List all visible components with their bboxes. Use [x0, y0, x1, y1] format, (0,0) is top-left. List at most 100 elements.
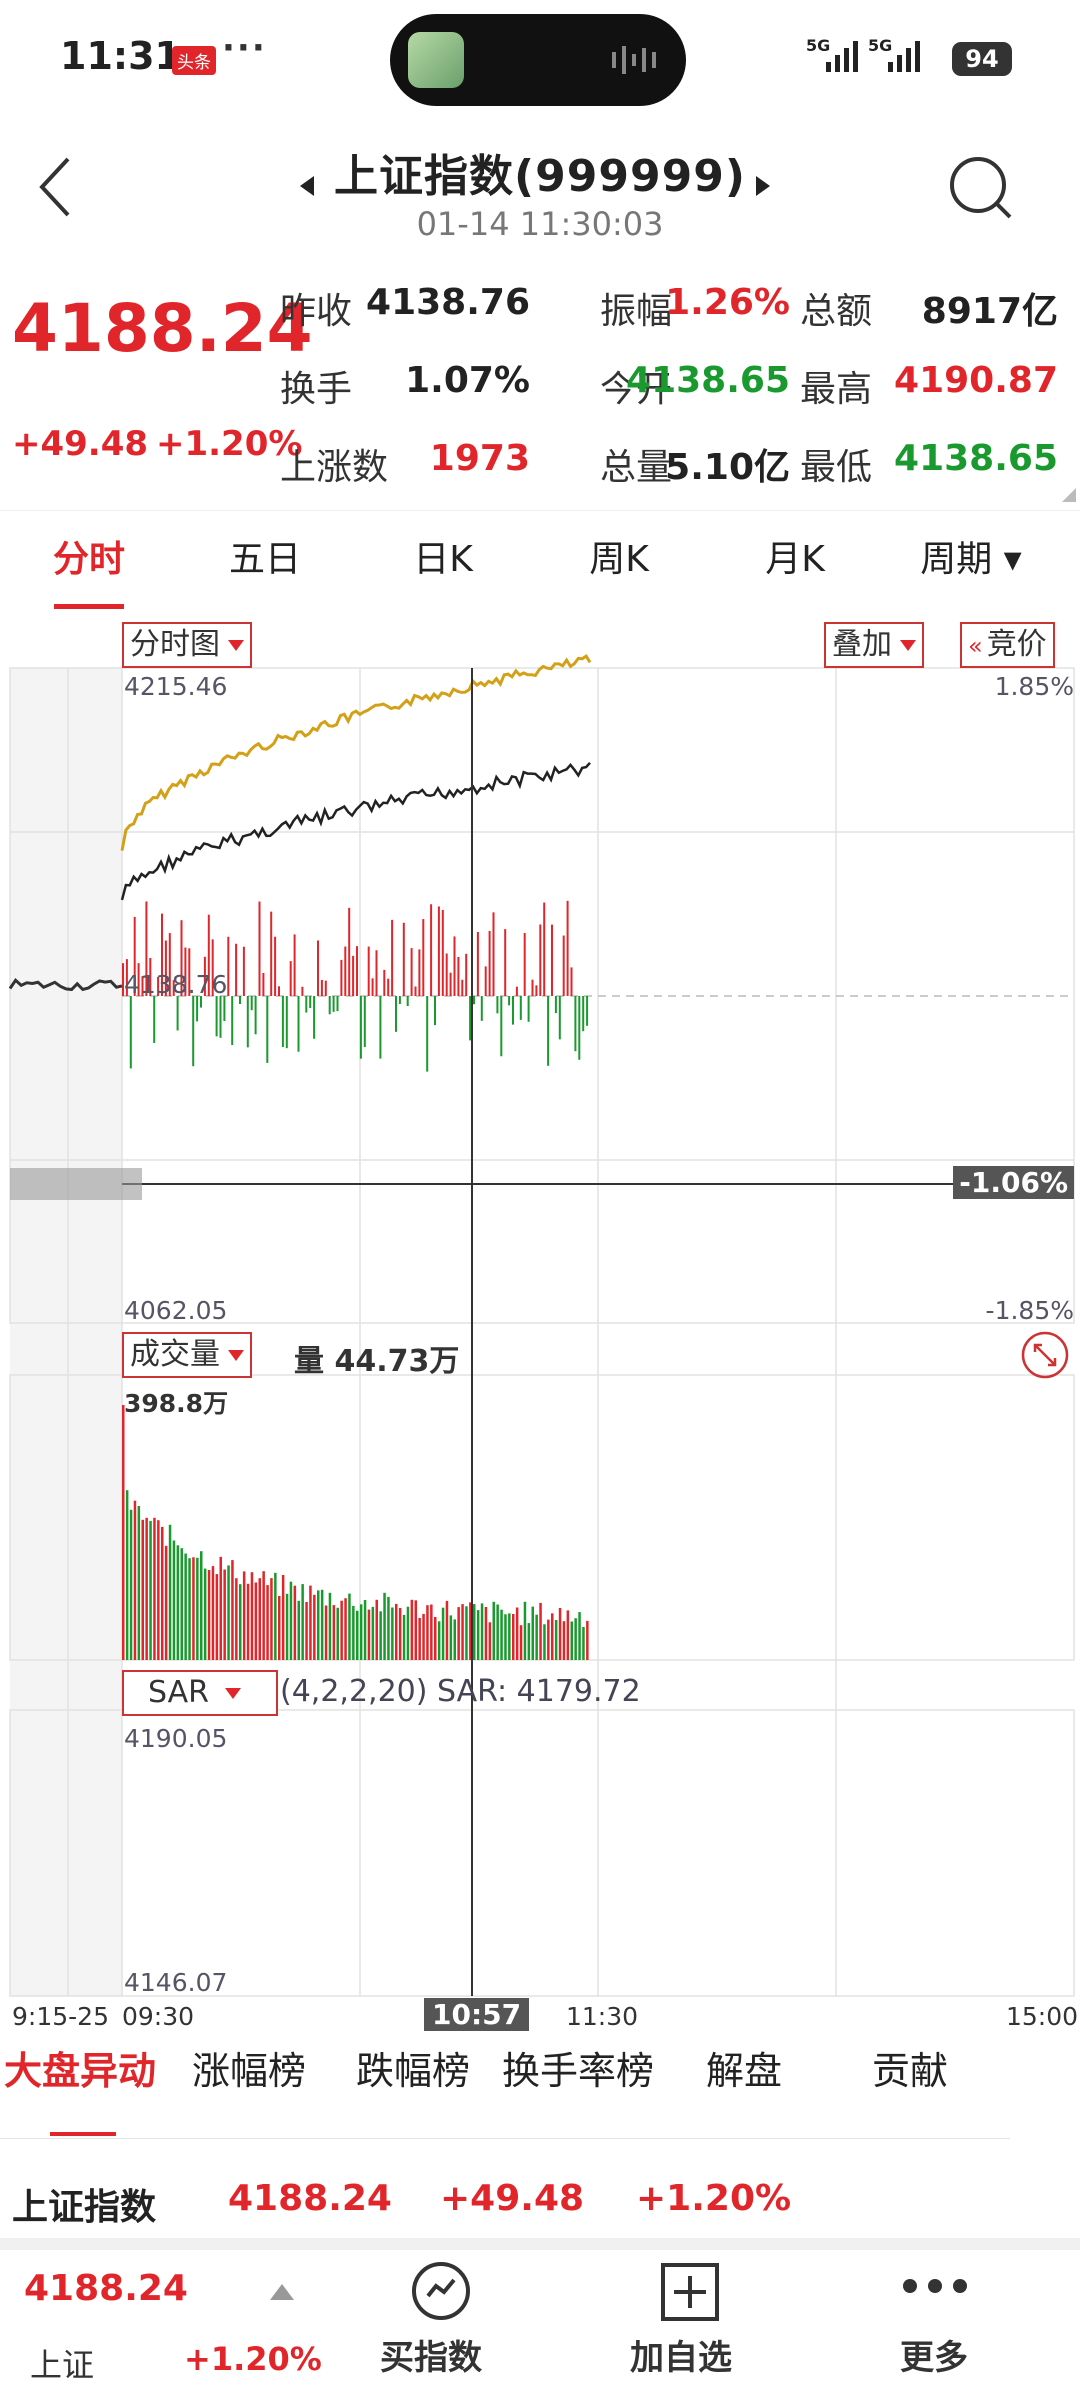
more-icon[interactable] — [900, 2276, 970, 2296]
tab-2[interactable]: 日K — [368, 530, 518, 582]
price-bar — [266, 996, 269, 1063]
volume-dropdown[interactable]: 成交量 — [122, 1332, 252, 1378]
double-left-icon: « — [968, 632, 983, 660]
quote-label: 总量 — [600, 447, 673, 488]
volume-bar — [449, 1615, 453, 1660]
volume-bar — [551, 1613, 554, 1660]
volume-bar — [547, 1619, 550, 1660]
volume-bar — [328, 1592, 332, 1660]
battery-icon: 94 — [952, 42, 1012, 76]
corner-mark-icon — [1062, 488, 1076, 502]
tab-4[interactable]: 月K — [720, 530, 870, 582]
more-button[interactable]: 更多 — [900, 2330, 968, 2379]
volume-bar — [473, 1604, 476, 1660]
volume-bar — [387, 1596, 390, 1660]
add-watchlist-button[interactable]: 加自选 — [630, 2330, 732, 2379]
price-bar — [515, 986, 518, 996]
info-tab-2[interactable]: 跌幅榜 — [356, 2040, 470, 2095]
price-bar — [488, 930, 491, 996]
search-icon[interactable] — [948, 155, 1014, 221]
volume-bar — [320, 1589, 324, 1660]
price-bar — [539, 924, 542, 996]
dropdown-arrow-icon — [224, 1688, 241, 1699]
price-bar — [570, 967, 573, 996]
volume-bar — [488, 1622, 492, 1660]
crosshair-pct-label: -1.06% — [953, 1166, 1074, 1199]
volume-bar — [285, 1593, 289, 1660]
tab-5[interactable]: 周期 ▾ — [896, 530, 1046, 582]
price-bar — [410, 948, 413, 996]
next-arrow-icon[interactable] — [756, 176, 770, 196]
info-tab-3[interactable]: 换手率榜 — [502, 2040, 654, 2095]
volume-bar — [515, 1607, 519, 1660]
volume-bar — [508, 1613, 511, 1660]
auction-button[interactable]: «竞价 — [960, 622, 1055, 668]
price-bar — [153, 996, 156, 1043]
buy-index-button[interactable]: 买指数 — [380, 2330, 482, 2379]
time-label-close: 15:00 — [1006, 2002, 1079, 2031]
price-bar — [473, 996, 475, 1005]
quote-value: 4138.76 — [366, 282, 530, 323]
price-bar — [508, 996, 511, 1006]
quote-label: 振幅 — [600, 291, 673, 332]
price-bar — [406, 996, 409, 1007]
price-bar — [262, 972, 265, 996]
price-bar — [430, 904, 433, 996]
price-bar — [574, 996, 577, 1052]
volume-bar — [441, 1607, 445, 1660]
volume-bar — [324, 1605, 328, 1660]
info-tab-4[interactable]: 解盘 — [706, 2040, 782, 2095]
price-bar — [496, 996, 499, 1014]
volume-bar — [363, 1600, 367, 1660]
info-tab-0[interactable]: 大盘异动 — [4, 2040, 156, 2095]
info-tab-1[interactable]: 涨幅榜 — [192, 2040, 306, 2095]
volume-value: 量 44.73万 — [294, 1344, 460, 1379]
volume-bar — [215, 1574, 219, 1660]
volume-bar — [227, 1565, 230, 1660]
quote-label: 昨收 — [280, 291, 353, 332]
volume-bar — [281, 1575, 285, 1660]
expand-up-icon[interactable] — [270, 2284, 294, 2300]
tab-1[interactable]: 五日 — [190, 530, 340, 582]
price-bar — [274, 936, 277, 996]
volume-bar — [480, 1603, 484, 1660]
active-tab-indicator — [54, 604, 124, 609]
sar-axis-top: 4190.05 — [124, 1724, 228, 1753]
price-bar — [523, 933, 526, 996]
volume-bar — [250, 1572, 254, 1660]
auction-label: 竞价 — [986, 627, 1047, 662]
price-bar — [289, 961, 292, 996]
add-watchlist-icon[interactable] — [660, 2262, 720, 2322]
price-bar — [422, 919, 425, 996]
price-bar — [242, 946, 245, 996]
price-bar — [332, 996, 335, 1012]
volume-bar — [367, 1609, 371, 1660]
overlay-dropdown[interactable]: 叠加 — [824, 622, 924, 668]
price-change: +49.48 — [12, 424, 149, 464]
price-bar — [582, 996, 585, 1032]
price-bar — [356, 946, 358, 996]
volume-bar — [293, 1585, 297, 1660]
price-bar — [235, 943, 238, 996]
list-item-price: 4188.24 — [228, 2178, 392, 2219]
price-bar — [227, 936, 230, 996]
quote-value: 1.26% — [665, 282, 790, 323]
tab-0[interactable]: 分时 — [14, 530, 164, 582]
info-tab-5[interactable]: 贡献 — [872, 2040, 948, 2095]
price-bar — [281, 996, 284, 1048]
signal-icon — [826, 41, 858, 72]
chart-type-dropdown[interactable]: 分时图 — [122, 622, 252, 668]
news-badge: 头条 — [172, 46, 216, 75]
volume-bar — [445, 1600, 449, 1660]
price-bar — [340, 959, 343, 996]
tab-3[interactable]: 周K — [544, 530, 694, 582]
volume-bar — [504, 1614, 507, 1660]
sar-dropdown[interactable]: SAR — [122, 1670, 278, 1716]
list-item-name[interactable]: 上证指数 — [12, 2178, 156, 2230]
volume-bar — [422, 1613, 425, 1660]
price-bar — [586, 996, 589, 1026]
volume-bar — [496, 1604, 499, 1660]
fullscreen-icon[interactable] — [1020, 1330, 1070, 1380]
buy-index-icon[interactable] — [408, 2258, 474, 2324]
volume-bar — [340, 1600, 343, 1660]
